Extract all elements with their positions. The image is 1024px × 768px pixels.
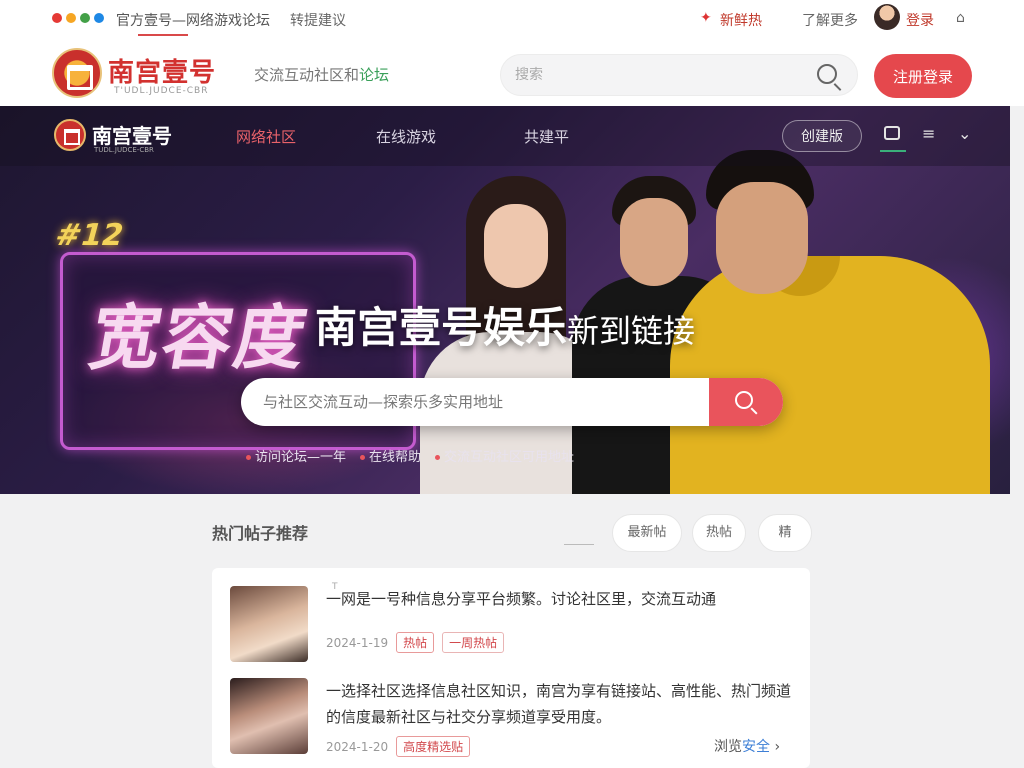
security-prefix: 浏览 (714, 739, 742, 755)
hero-nav-community[interactable]: 网络社区 (236, 126, 296, 147)
hero-title: 南宫壹号娱乐新到链接 (0, 294, 1010, 355)
person-3-face (716, 182, 808, 294)
security-link[interactable]: 浏览安全 › (714, 736, 780, 756)
brand-dot-green (80, 13, 90, 23)
hero-create-button[interactable]: 创建版 (782, 120, 862, 152)
logo-title[interactable]: 南宫壹号 (108, 52, 216, 89)
list-item[interactable]: 一网是一号种信息分享平台频繁。讨论社区里，交流互动通 2024-1-19 热帖 … (230, 586, 800, 666)
tagline-prefix: 交流互动社区和 (254, 66, 360, 84)
security-highlight: 安全 (742, 739, 770, 755)
hero-title-thin: 新到链接 (567, 312, 696, 350)
menu-icon[interactable]: ≡ (922, 124, 935, 143)
hint-label: 在线帮助 (369, 450, 422, 465)
hero-nav-games[interactable]: 在线游戏 (376, 126, 436, 147)
hero-logo-title[interactable]: 南宫壹号 (92, 120, 172, 149)
hero-navigation: 南宫壹号 TUDL.JUDCE-CBR 网络社区 在线游戏 共建平 创建版 ≡ … (0, 106, 1010, 166)
post-title[interactable]: 一网是一号种信息分享平台频繁。讨论社区里，交流互动通 (326, 586, 796, 612)
header-search[interactable] (500, 54, 858, 96)
person-1-face (484, 204, 548, 288)
person-3-body (670, 256, 990, 494)
filter-hot[interactable]: 热帖 (692, 514, 746, 552)
post-tag[interactable]: 热帖 (396, 632, 435, 653)
hint-label: 访问论坛—一年 (255, 450, 347, 465)
toplink-more[interactable]: 了解更多 (802, 10, 858, 30)
top-utility-bar: 官方壹号—网络游戏论坛 转提建议 ✦ 新鲜热 了解更多 登录 ⌂ (0, 0, 1024, 38)
brand-dots (52, 13, 104, 23)
bullet-icon (246, 455, 251, 460)
logo-emblem-icon[interactable] (52, 48, 102, 98)
hero-logo-subtitle: TUDL.JUDCE-CBR (94, 146, 154, 154)
hint-label: 交流互动社区可用地址 (444, 450, 575, 465)
filter-latest[interactable]: 最新帖 (612, 514, 682, 552)
chat-active-underline (880, 150, 906, 152)
neon-mark: #12 (51, 218, 128, 253)
hero-banner: #12 宽容度 南宫壹号 TUDL.JUDCE-CBR 网络社区 在线游戏 共建… (0, 106, 1010, 494)
bullet-icon (360, 455, 366, 460)
toplink-official[interactable]: 官方壹号—网络游戏论坛 (116, 10, 270, 30)
hero-search[interactable] (241, 378, 783, 426)
hint-item[interactable]: 交流互动社区可用地址 (435, 446, 574, 465)
toplink-login[interactable]: 登录 (906, 10, 934, 30)
post-tag[interactable]: 一周热帖 (442, 632, 505, 653)
feed-divider (564, 544, 594, 545)
feed-heading: 热门帖子推荐 (212, 524, 309, 543)
toplink-feedback[interactable]: 转提建议 (290, 10, 346, 30)
user-avatar[interactable] (874, 4, 900, 30)
hero-logo-icon[interactable] (54, 119, 86, 151)
toplink-fresh[interactable]: 新鲜热 (720, 10, 762, 30)
login-button[interactable]: 注册登录 (874, 54, 972, 98)
chevron-right-icon: › (774, 739, 781, 755)
site-header: 南宫壹号 T'UDL.JUDCE-CBR 交流互动社区和论坛 注册登录 (0, 38, 1024, 106)
hero-search-button[interactable] (709, 378, 783, 426)
hero-search-input[interactable] (263, 390, 693, 414)
header-search-input[interactable] (515, 65, 795, 85)
hint-item[interactable]: 访问论坛—一年 (246, 446, 346, 465)
chevron-down-icon[interactable]: ⌄ (958, 124, 971, 143)
person-2-face (620, 198, 688, 286)
hero-title-bold: 南宫壹号娱乐 (314, 303, 567, 352)
post-thumbnail[interactable] (230, 586, 308, 662)
filter-featured[interactable]: 精 (758, 514, 812, 552)
hint-item[interactable]: 在线帮助 (360, 446, 421, 465)
fire-icon: ✦ (700, 10, 712, 26)
search-icon (735, 391, 753, 409)
search-icon[interactable] (817, 64, 837, 84)
post-meta: 2024-1-19 热帖 一周热帖 (326, 632, 505, 653)
brand-dot-orange (66, 13, 76, 23)
logo-subtitle: T'UDL.JUDCE-CBR (114, 86, 209, 96)
post-corner-mark: T (332, 582, 338, 592)
post-meta: 2024-1-20 高度精选贴 (326, 736, 471, 757)
post-tag[interactable]: 高度精选贴 (396, 736, 471, 757)
post-thumbnail[interactable] (230, 678, 308, 754)
active-tab-underline (138, 34, 188, 36)
brand-dot-blue (94, 13, 104, 23)
header-tagline: 交流互动社区和论坛 (254, 64, 389, 85)
chat-icon[interactable] (884, 126, 900, 140)
bullet-icon (435, 455, 441, 460)
tagline-highlight: 论坛 (359, 66, 390, 84)
post-date: 2024-1-20 (326, 739, 389, 754)
post-date: 2024-1-19 (326, 635, 389, 650)
post-title[interactable]: 一选择社区选择信息社区知识，南宫为享有链接站、高性能、热门频道的信度最新社区与社… (326, 678, 796, 730)
hero-nav-platform[interactable]: 共建平 (524, 126, 569, 147)
hero-hints: 访问论坛—一年 在线帮助 交流互动社区可用地址 (246, 446, 574, 465)
shirt-icon[interactable]: ⌂ (956, 10, 965, 26)
brand-dot-red (52, 13, 62, 23)
